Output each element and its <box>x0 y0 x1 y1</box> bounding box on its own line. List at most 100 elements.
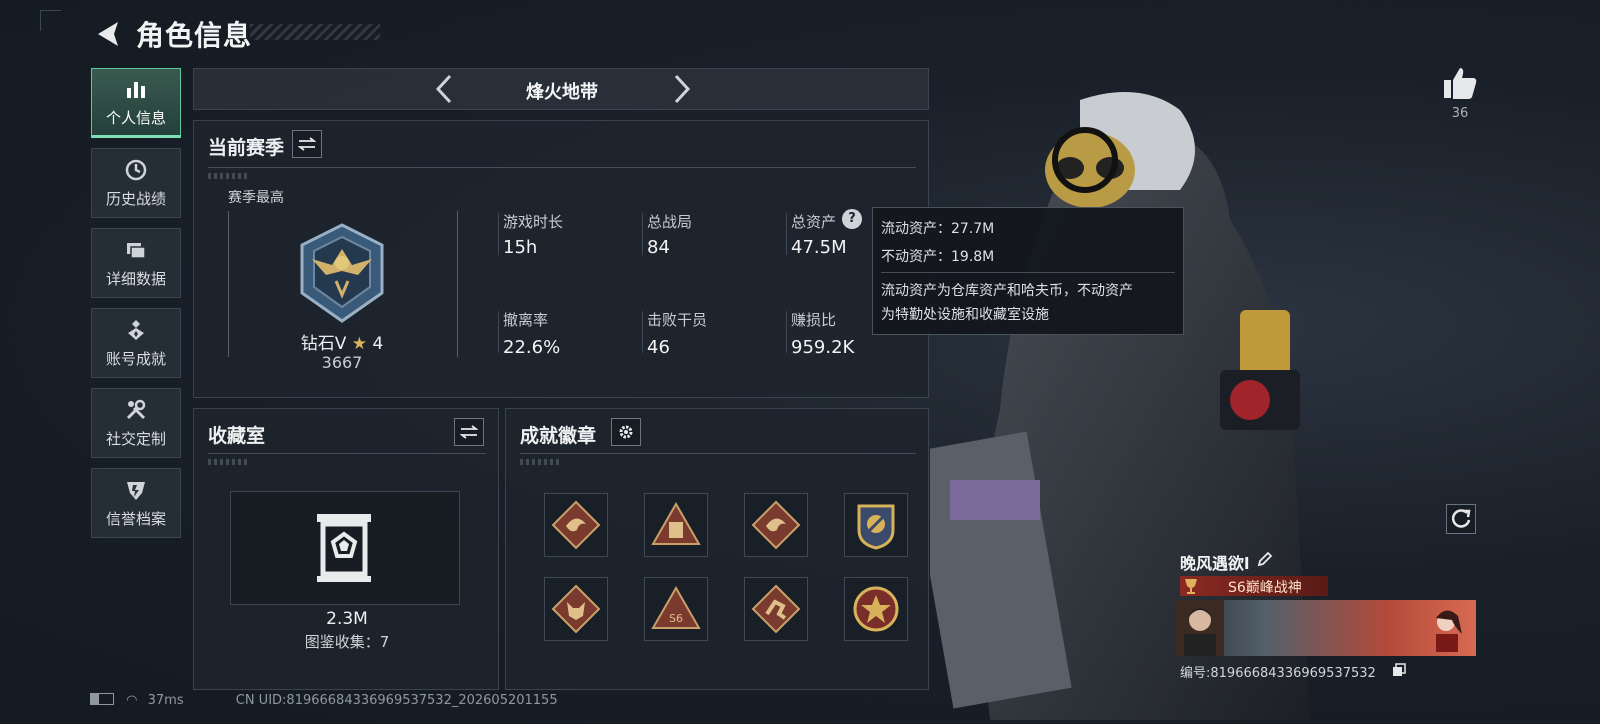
collection-count: 图鉴收集：7 <box>304 633 390 651</box>
tooltip-divider <box>881 272 1175 273</box>
stat-label-extract-rate: 撤离率 <box>503 311 549 329</box>
season-title: 当前赛季 <box>208 137 285 159</box>
stat-label-playtime: 游戏时长 <box>503 213 564 231</box>
achievement-badge[interactable] <box>844 577 908 641</box>
section-divider <box>208 167 916 168</box>
edit-pencil-icon[interactable] <box>1256 550 1274 568</box>
sidebar-item-label: 个人信息 <box>105 108 166 127</box>
sidebar-item-label: 账号成就 <box>105 349 166 368</box>
stat-value-profit-ratio: 959.2K <box>791 337 855 358</box>
achievements-settings-button[interactable] <box>611 418 641 446</box>
tooltip-desc-line2: 为特勤处设施和收藏室设施 <box>881 307 1049 323</box>
chevron-right-icon[interactable] <box>666 73 696 105</box>
mode-selector-bar: 烽火地带 <box>193 68 929 110</box>
folders-icon <box>124 238 148 262</box>
achievement-badge[interactable] <box>544 577 608 641</box>
runner-badge-icon <box>751 584 801 634</box>
stat-separator <box>786 213 787 255</box>
sidebar-item-reputation[interactable]: 信誉档案 <box>91 468 181 538</box>
section-divider <box>520 453 916 454</box>
collection-title: 收藏室 <box>208 425 266 447</box>
sidebar-item-detailed-data[interactable]: 详细数据 <box>91 228 181 298</box>
stat-label-profit-ratio: 赚损比 <box>791 311 837 329</box>
decor-lines <box>520 459 560 465</box>
sidebar-item-label: 历史战绩 <box>105 189 166 208</box>
player-title-badge: S6巅峰战神 <box>1180 576 1328 596</box>
achievements-panel: 成就徽章 S6 <box>505 408 929 690</box>
back-arrow-icon[interactable] <box>92 18 124 50</box>
player-id: 编号:81966684336969537532 <box>1180 666 1376 681</box>
dragon-badge-icon <box>551 500 601 550</box>
battery-icon <box>90 693 114 705</box>
corner-decoration <box>40 10 61 31</box>
achievement-badge[interactable]: S6 <box>644 577 708 641</box>
uid-text: CN UID:81966684336969537532_202605201155 <box>235 693 558 708</box>
rank-score: 3667 <box>321 353 363 372</box>
wolf-badge-icon <box>551 584 601 634</box>
achievement-badge[interactable] <box>844 493 908 557</box>
stat-value-kills: 46 <box>647 337 670 358</box>
stat-value-matches: 84 <box>647 237 670 258</box>
star-badge-icon <box>853 586 899 632</box>
medal-icon <box>124 318 148 342</box>
rank-emblem-icon <box>290 221 394 325</box>
sidebar-item-history[interactable]: 历史战绩 <box>91 148 181 218</box>
collection-switch-button[interactable] <box>454 418 484 446</box>
collection-display[interactable] <box>230 491 460 605</box>
season-panel: 当前赛季 赛季最高 钻石V ★ 4 3667 游戏时长 15h 总战局 84 总… <box>193 120 929 398</box>
swap-icon <box>298 137 316 151</box>
stat-value-playtime: 15h <box>503 237 538 258</box>
achievement-badge[interactable] <box>744 577 808 641</box>
achievements-title: 成就徽章 <box>520 425 597 447</box>
player-banner <box>1176 600 1476 656</box>
clock-icon <box>124 158 148 182</box>
shield-icon <box>124 478 148 502</box>
stat-separator <box>498 311 499 353</box>
season-switch-button[interactable] <box>292 130 322 158</box>
sidebar-item-social[interactable]: 社交定制 <box>91 388 181 458</box>
decor-lines <box>208 459 248 465</box>
player-title: S6巅峰战神 <box>1228 580 1302 596</box>
sidebar-item-label: 详细数据 <box>105 269 166 288</box>
banner-character-art <box>1426 604 1466 652</box>
vault-icon <box>313 510 375 586</box>
tooltip-fixed-assets: 不动资产：19.8M <box>881 249 995 265</box>
collection-value: 2.3M <box>326 609 368 629</box>
assets-tooltip: 流动资产：27.7M 不动资产：19.8M 流动资产为仓库资产和哈夫币，不动资产… <box>872 207 1184 335</box>
stat-separator <box>498 213 499 255</box>
sidebar-item-achievements[interactable]: 账号成就 <box>91 308 181 378</box>
section-divider <box>208 453 486 454</box>
bar-chart-icon <box>124 77 148 101</box>
swap-icon <box>460 425 478 439</box>
copy-icon[interactable] <box>1392 662 1406 676</box>
sidebar-item-label: 社交定制 <box>105 429 166 448</box>
season-best-label: 赛季最高 <box>228 190 284 206</box>
stat-value-assets: 47.5M <box>791 237 847 258</box>
wifi-icon: ◠ <box>126 693 138 708</box>
wrench-icon <box>124 398 148 422</box>
refresh-icon <box>1451 509 1471 528</box>
tooltip-liquid-assets: 流动资产：27.7M <box>881 221 995 237</box>
help-icon[interactable]: ? <box>842 209 862 229</box>
svg-text:S6: S6 <box>669 612 683 625</box>
refresh-button[interactable] <box>1446 504 1476 534</box>
player-name: 晚风遇欲l <box>1180 554 1250 573</box>
sidebar-item-personal-info[interactable]: 个人信息 <box>91 68 181 138</box>
stat-label-matches: 总战局 <box>647 213 693 231</box>
pyramid-badge-icon <box>651 501 701 545</box>
achievement-badge[interactable] <box>744 493 808 557</box>
stat-value-extract-rate: 22.6% <box>503 337 561 358</box>
ping-text: 37ms <box>147 693 184 708</box>
achievement-badge[interactable] <box>544 493 608 557</box>
status-bar: ◠ 37ms CN UID:81966684336969537532_20260… <box>90 692 650 708</box>
thumbs-up-icon[interactable] <box>1442 66 1478 100</box>
rank-name: 钻石V <box>300 334 347 354</box>
rank-stars: 4 <box>372 334 384 354</box>
title-stripes-decoration <box>250 24 380 40</box>
stat-separator <box>642 213 643 255</box>
decor-lines <box>208 173 248 179</box>
achievement-badge[interactable] <box>644 493 708 557</box>
gear-icon <box>619 425 633 439</box>
emblem-badge-icon <box>857 504 895 550</box>
stat-separator <box>786 311 787 353</box>
